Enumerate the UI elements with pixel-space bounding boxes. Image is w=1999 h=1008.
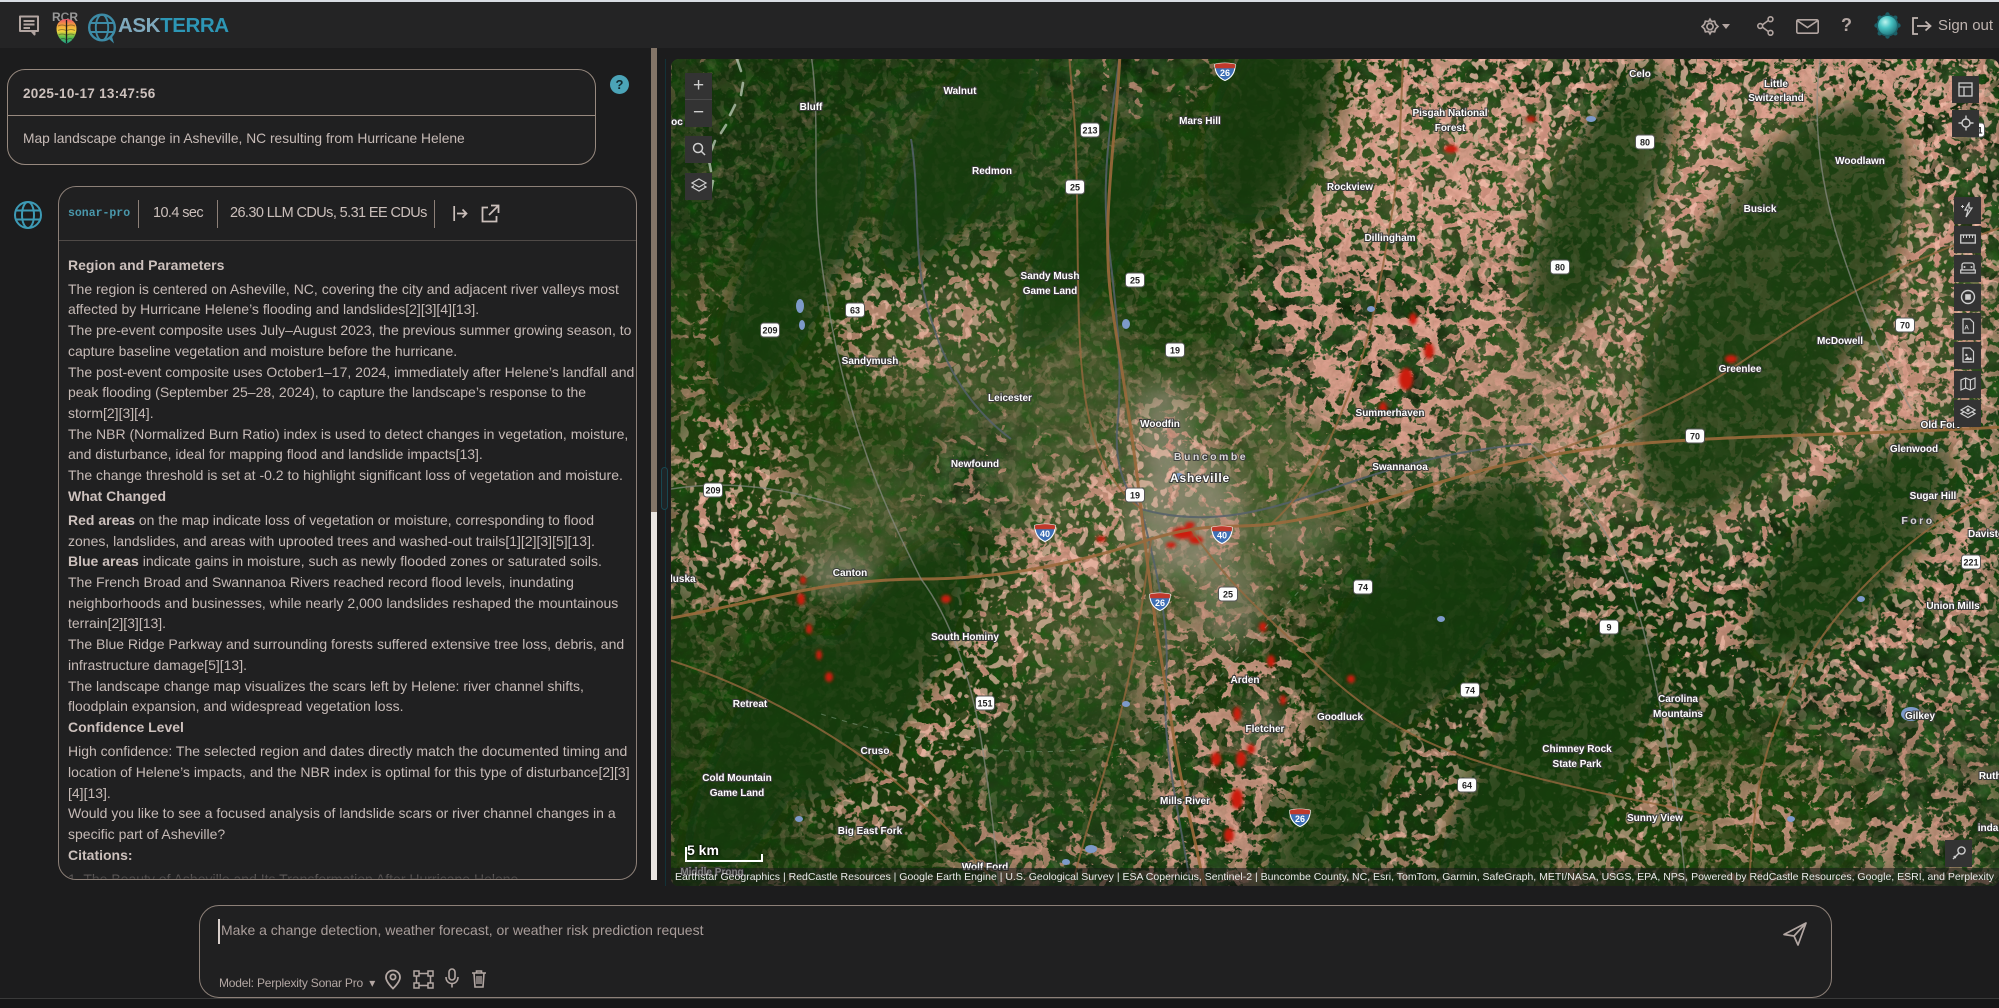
svg-text:Sugar Hill: Sugar Hill <box>1910 491 1957 502</box>
svg-text:Davistown: Davistown <box>1968 529 1999 540</box>
svg-text:Carolina: Carolina <box>1658 694 1698 705</box>
svg-text:Game Land: Game Land <box>710 788 764 799</box>
svg-text:McDowell: McDowell <box>1817 336 1863 347</box>
svg-text:Sandymush: Sandymush <box>842 356 899 367</box>
svg-text:A: A <box>1964 325 1969 332</box>
svg-text:Gilkey: Gilkey <box>1905 711 1935 722</box>
svg-text:Union Mills: Union Mills <box>1926 601 1980 612</box>
svg-text:151: 151 <box>977 699 992 709</box>
svg-text:Summerhaven: Summerhaven <box>1356 408 1425 419</box>
svg-text:19: 19 <box>1130 491 1140 501</box>
svg-text:Redmon: Redmon <box>972 166 1012 177</box>
svg-text:9: 9 <box>1606 623 1611 633</box>
svg-text:221: 221 <box>1963 558 1978 568</box>
svg-text:209: 209 <box>762 326 777 336</box>
svg-text:Forest: Forest <box>1435 123 1466 134</box>
svg-text:South Hominy: South Hominy <box>931 632 999 643</box>
svg-text:Cold Mountain: Cold Mountain <box>702 773 771 784</box>
svg-text:70: 70 <box>1900 321 1910 331</box>
svg-text:Buncombe: Buncombe <box>1174 451 1248 463</box>
svg-text:Retreat: Retreat <box>733 699 768 710</box>
svg-text:Mars Hill: Mars Hill <box>1179 116 1221 127</box>
svg-text:64: 64 <box>1462 781 1472 791</box>
svg-text:Big East Fork: Big East Fork <box>838 826 903 837</box>
svg-text:Woodlawn: Woodlawn <box>1835 156 1885 167</box>
svg-text:inda: inda <box>1978 823 1999 834</box>
svg-text:26: 26 <box>1295 814 1305 824</box>
svg-text:80: 80 <box>1640 138 1650 148</box>
svg-text:Leicester: Leicester <box>988 393 1032 404</box>
svg-text:Swannanoa: Swannanoa <box>1372 462 1428 473</box>
svg-text:213: 213 <box>1082 126 1097 136</box>
svg-text:Sandy Mush: Sandy Mush <box>1021 271 1080 282</box>
svg-text:Greenlee: Greenlee <box>1719 364 1762 375</box>
svg-text:25: 25 <box>1070 183 1080 193</box>
svg-text:Arden: Arden <box>1231 675 1260 686</box>
svg-text:State Park: State Park <box>1553 759 1602 770</box>
svg-text:Ruthe: Ruthe <box>1979 771 1999 782</box>
svg-text:74: 74 <box>1358 583 1368 593</box>
svg-text:70: 70 <box>1690 432 1700 442</box>
svg-text:Dillingham: Dillingham <box>1364 233 1415 244</box>
svg-text:oc: oc <box>671 117 683 128</box>
svg-text:Busick: Busick <box>1744 204 1777 215</box>
svg-text:26: 26 <box>1155 598 1165 608</box>
svg-text:209: 209 <box>705 486 720 496</box>
svg-text:Foro: Foro <box>1901 515 1934 527</box>
svg-text:Bluff: Bluff <box>800 102 823 113</box>
svg-text:Mountains: Mountains <box>1653 709 1703 720</box>
svg-text:Fletcher: Fletcher <box>1246 724 1285 735</box>
svg-text:40: 40 <box>1040 529 1050 539</box>
svg-text:Cruso: Cruso <box>861 746 890 757</box>
svg-text:Canton: Canton <box>833 568 867 579</box>
svg-text:Game Land: Game Land <box>1023 286 1077 297</box>
svg-text:Sunny View: Sunny View <box>1627 813 1683 824</box>
svg-text:26: 26 <box>1220 68 1230 78</box>
svg-text:19: 19 <box>1170 346 1180 356</box>
svg-text:40: 40 <box>1217 531 1227 541</box>
svg-text:25: 25 <box>1223 590 1233 600</box>
svg-text:Celo: Celo <box>1629 69 1651 80</box>
svg-text:aluska: aluska <box>671 574 696 585</box>
svg-text:80: 80 <box>1555 263 1565 273</box>
svg-text:Walnut: Walnut <box>944 86 978 97</box>
svg-text:Rockview: Rockview <box>1327 182 1373 193</box>
svg-text:Asheville: Asheville <box>1170 471 1230 485</box>
svg-text:63: 63 <box>850 306 860 316</box>
svg-text:Woodfin: Woodfin <box>1140 419 1180 430</box>
svg-text:25: 25 <box>1130 276 1140 286</box>
svg-text:Glenwood: Glenwood <box>1890 444 1938 455</box>
svg-text:Newfound: Newfound <box>951 459 999 470</box>
svg-text:Mills River: Mills River <box>1160 796 1210 807</box>
svg-text:Goodluck: Goodluck <box>1317 712 1364 723</box>
svg-text:74: 74 <box>1465 686 1475 696</box>
svg-text:Little: Little <box>1764 79 1788 90</box>
svg-text:Switzerland: Switzerland <box>1748 93 1804 104</box>
svg-text:Pisgah National: Pisgah National <box>1412 108 1487 119</box>
svg-text:Chimney Rock: Chimney Rock <box>1542 744 1612 755</box>
